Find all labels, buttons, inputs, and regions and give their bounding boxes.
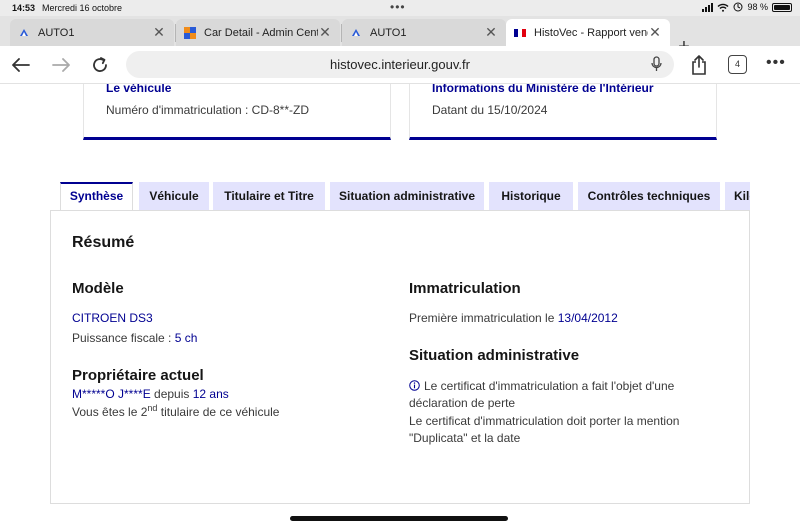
address-bar[interactable]: histovec.interieur.gouv.fr (126, 51, 674, 78)
fiscal-power-line: Puissance fiscale : 5 ch (72, 331, 197, 345)
info-circle-icon (409, 378, 420, 396)
resume-heading: Résumé (72, 234, 135, 251)
immatriculation-heading: Immatriculation (409, 280, 521, 297)
card-title: Le véhicule (106, 84, 172, 95)
browser-tab-bar: AUTO1 ✕ Car Detail - Admin Cente ✕ AUTO1… (0, 16, 800, 58)
multitasking-dots-icon[interactable]: ••• (390, 0, 406, 14)
tab-titulaire-titre[interactable]: Titulaire et Titre (213, 182, 325, 210)
report-tabs: Synthèse Véhicule Titulaire et Titre Sit… (60, 182, 750, 210)
url-text: histovec.interieur.gouv.fr (330, 57, 470, 72)
battery-icon (772, 2, 792, 12)
cellular-signal-icon (702, 2, 714, 12)
browser-tab-auto1-second[interactable]: AUTO1 ✕ (342, 19, 506, 46)
wifi-icon (717, 3, 729, 12)
home-indicator[interactable] (290, 516, 508, 521)
auto1-logo-icon (18, 27, 30, 39)
close-tab-icon[interactable]: ✕ (484, 24, 498, 41)
ministry-info-card: Informations du Ministère de l'Intérieur… (409, 84, 717, 140)
first-registration-date: 13/04/2012 (557, 311, 618, 325)
owner-rank-sup: nd (147, 403, 158, 413)
microphone-icon[interactable] (651, 56, 662, 77)
proprietaire-heading: Propriétaire actuel (72, 367, 204, 384)
owner-since-label: depuis (150, 387, 193, 401)
vehicle-summary-card: Le véhicule Numéro d'immatriculation : C… (83, 84, 391, 140)
browser-tab-histovec[interactable]: HistoVec - Rapport vendeu ✕ (506, 19, 670, 46)
share-icon[interactable] (686, 52, 712, 78)
browser-tab-title: AUTO1 (38, 26, 75, 39)
tab-count-button[interactable]: 4 (728, 55, 747, 74)
plate-number-text: Numéro d'immatriculation : CD-8**-ZD (106, 103, 310, 117)
model-value: CITROEN DS3 (72, 311, 153, 325)
browser-tab-title: HistoVec - Rapport vendeu (534, 26, 648, 39)
first-registration-label: Première immatriculation le (409, 311, 558, 325)
auto1-logo-icon (350, 27, 362, 39)
more-options-icon[interactable]: ••• (766, 55, 786, 71)
modele-heading: Modèle (72, 280, 124, 297)
status-indicators: 98 % (702, 2, 792, 12)
situation-line-2: déclaration de perte (409, 396, 516, 410)
owner-rank-suffix: titulaire de ce véhicule (157, 405, 280, 419)
status-bar: 14:53 Mercredi 16 octobre ••• 98 % (0, 0, 800, 16)
reload-icon[interactable] (87, 52, 113, 78)
browser-tab-title: AUTO1 (370, 26, 407, 39)
browser-tab-title: Car Detail - Admin Cente (204, 26, 318, 39)
situation-line-4: "Duplicata" et la date (409, 431, 521, 445)
situation-line-1: Le certificat d'immatriculation a fait l… (424, 379, 675, 393)
status-time: 14:53 (12, 3, 36, 13)
owner-name: M*****O J****E (72, 387, 151, 401)
tab-vehicule[interactable]: Véhicule (139, 182, 209, 210)
synthese-panel (50, 210, 750, 504)
owner-rank-prefix: Vous êtes le 2 (72, 405, 148, 419)
situation-line-3: Le certificat d'immatriculation doit por… (409, 414, 680, 428)
browser-tab-auto1[interactable]: AUTO1 ✕ (10, 19, 174, 46)
back-arrow-icon[interactable] (8, 52, 34, 78)
tab-situation-administrative[interactable]: Situation administrative (330, 182, 484, 210)
page-content: Le véhicule Numéro d'immatriculation : C… (0, 84, 800, 525)
card-title: Informations du Ministère de l'Intérieur (432, 84, 654, 95)
fiscal-power-value: 5 ch (174, 331, 198, 345)
report-date-text: Datant du 15/10/2024 (432, 103, 548, 117)
browser-toolbar: histovec.interieur.gouv.fr 4 ••• (0, 46, 800, 84)
first-registration-line: Première immatriculation le 13/04/2012 (409, 311, 618, 325)
close-tab-icon[interactable]: ✕ (648, 24, 662, 41)
forward-arrow-icon[interactable] (48, 52, 74, 78)
french-flag-icon (514, 27, 526, 39)
location-icon (733, 2, 743, 12)
owner-since-value: 12 ans (192, 387, 229, 401)
status-date: Mercredi 16 octobre (42, 3, 123, 13)
admin-logo-icon (184, 26, 196, 39)
owner-rank-line: Vous êtes le 2nd titulaire de ce véhicul… (72, 403, 279, 419)
close-tab-icon[interactable]: ✕ (318, 24, 332, 41)
fiscal-power-label: Puissance fiscale : (72, 331, 175, 345)
close-tab-icon[interactable]: ✕ (152, 24, 166, 41)
tab-kilometrage[interactable]: Kilo (725, 182, 750, 210)
owner-line: M*****O J****E depuis 12 ans (72, 387, 229, 401)
tab-synthese[interactable]: Synthèse (60, 182, 133, 210)
tab-controles-techniques[interactable]: Contrôles techniques (578, 182, 720, 210)
tab-historique[interactable]: Historique (489, 182, 573, 210)
browser-tab-car-detail[interactable]: Car Detail - Admin Cente ✕ (176, 19, 340, 46)
battery-percent: 98 % (747, 2, 768, 12)
situation-heading: Situation administrative (409, 347, 580, 364)
